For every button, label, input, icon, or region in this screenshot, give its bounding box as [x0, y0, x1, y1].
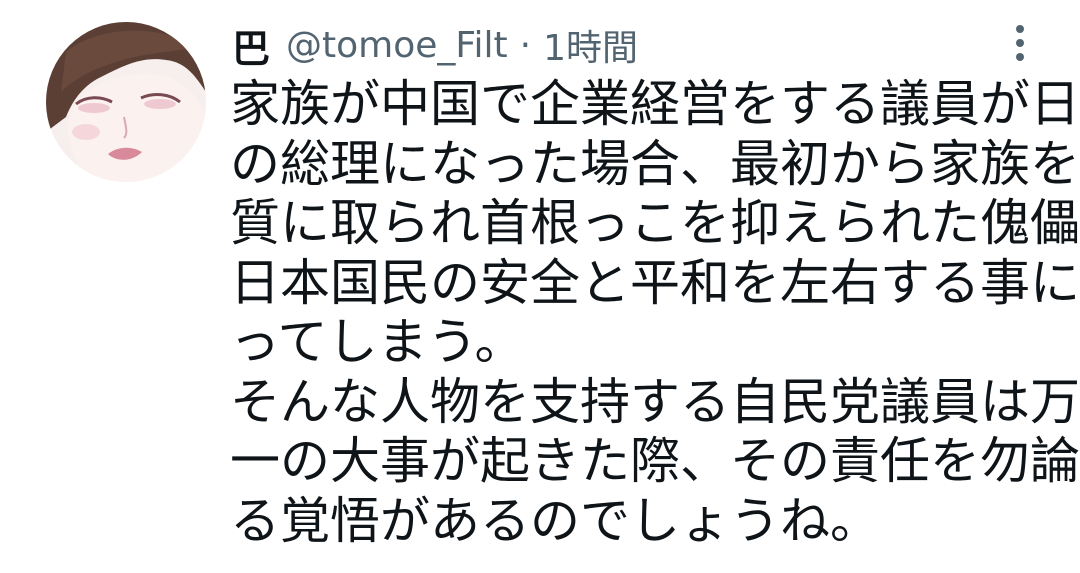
more-dot — [1016, 53, 1024, 61]
tweet-text-line: そんな人物を支持する自民党議員は万が — [230, 372, 1080, 431]
meta-separator: · — [519, 24, 532, 66]
tweet-header: 巴 @tomoe_Filt · 1時間 — [232, 18, 638, 72]
tweet-text-line: 日本国民の安全と平和を左右する事にな — [230, 253, 1080, 312]
tweet[interactable]: 巴 @tomoe_Filt · 1時間 家族が中国で企業経営をする議員が日本 の… — [0, 0, 1080, 573]
tweet-text-line: の総理になった場合、最初から家族を人 — [230, 134, 1080, 193]
more-dot — [1016, 25, 1024, 33]
tweet-text-line: 一の大事が起きた際、その責任を勿論と — [230, 432, 1080, 490]
avatar[interactable] — [46, 22, 206, 182]
timestamp[interactable]: 1時間 — [543, 19, 638, 71]
more-dot — [1016, 39, 1024, 47]
author-handle[interactable]: @tomoe_Filt — [286, 25, 508, 66]
more-vertical-icon[interactable] — [1000, 18, 1040, 68]
tweet-text: 家族が中国で企業経営をする議員が日本 の総理になった場合、最初から家族を人 質に… — [230, 75, 1080, 551]
tweet-text-line: る覚悟があるのでしょうね。 — [230, 491, 880, 550]
tweet-text-line: 家族が中国で企業経営をする議員が日本 — [230, 75, 1080, 133]
author-display-name[interactable]: 巴 — [232, 18, 270, 73]
avatar-illustration — [46, 22, 206, 182]
tweet-text-line: ってしまう。 — [230, 313, 525, 371]
tweet-text-line: 質に取られ首根っこを抑えられた傀儡が — [230, 194, 1080, 252]
